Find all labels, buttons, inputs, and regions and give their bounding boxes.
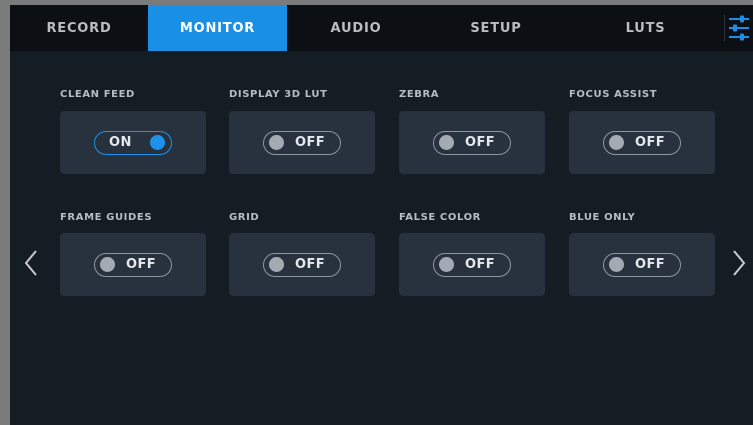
tab-setup[interactable]: SETUP [425, 5, 567, 51]
toggle-knob [439, 256, 454, 272]
tab-monitor-label: MONITOR [179, 20, 256, 36]
toggle-knob [439, 134, 454, 150]
frame-guides-state: OFF [126, 256, 157, 272]
toggle-knob [609, 256, 624, 272]
display-3d-lut-toggle[interactable]: OFF [263, 130, 341, 155]
focus-assist-toggle[interactable]: OFF [603, 130, 681, 155]
tab-monitor[interactable]: MONITOR [148, 5, 287, 51]
clean-feed-card: ON [60, 111, 206, 174]
chevron-right-icon[interactable] [732, 249, 746, 281]
zebra-label: ZEBRA [399, 89, 440, 100]
false-color-label: FALSE COLOR [399, 212, 481, 223]
clean-feed-state: ON [109, 134, 132, 150]
toggle-knob [269, 134, 284, 150]
blue-only-label: BLUE ONLY [569, 212, 636, 223]
clean-feed-toggle[interactable]: ON [94, 130, 172, 155]
tab-luts-label: LUTS [625, 20, 666, 36]
toggle-knob [100, 256, 115, 272]
zebra-card: OFF [399, 111, 545, 174]
grid-card: OFF [229, 233, 375, 296]
zebra-state: OFF [465, 134, 496, 150]
display-3d-lut-state: OFF [295, 134, 326, 150]
tab-luts[interactable]: LUTS [567, 5, 724, 51]
frame-guides-toggle[interactable]: OFF [94, 252, 172, 277]
tab-bar: RECORD MONITOR AUDIO SETUP LUTS [10, 5, 753, 51]
false-color-card: OFF [399, 233, 545, 296]
frame-guides-label: FRAME GUIDES [60, 212, 153, 223]
tab-record-label: RECORD [46, 20, 112, 36]
tab-setup-label: SETUP [470, 20, 522, 36]
tab-divider [724, 15, 725, 41]
tab-audio[interactable]: AUDIO [287, 5, 425, 51]
toggle-knob [609, 134, 624, 150]
display-3d-lut-card: OFF [229, 111, 375, 174]
tab-audio-label: AUDIO [330, 20, 382, 36]
focus-assist-card: OFF [569, 111, 715, 174]
frame-guides-card: OFF [60, 233, 206, 296]
false-color-state: OFF [465, 256, 496, 272]
grid-label: GRID [229, 212, 260, 223]
clean-feed-label: CLEAN FEED [60, 89, 135, 100]
monitor-screen: RECORD MONITOR AUDIO SETUP LUTS CLEAN FE… [10, 5, 753, 425]
sliders-icon[interactable] [726, 13, 752, 43]
blue-only-card: OFF [569, 233, 715, 296]
toggle-knob [269, 256, 284, 272]
focus-assist-label: FOCUS ASSIST [569, 89, 658, 100]
toggle-knob [150, 134, 165, 150]
grid-state: OFF [295, 256, 326, 272]
tab-record[interactable]: RECORD [10, 5, 148, 51]
zebra-toggle[interactable]: OFF [433, 130, 511, 155]
grid-toggle[interactable]: OFF [263, 252, 341, 277]
blue-only-toggle[interactable]: OFF [603, 252, 681, 277]
display-3d-lut-label: DISPLAY 3D LUT [229, 89, 328, 100]
chevron-left-icon[interactable] [24, 249, 38, 281]
focus-assist-state: OFF [635, 134, 666, 150]
blue-only-state: OFF [635, 256, 666, 272]
false-color-toggle[interactable]: OFF [433, 252, 511, 277]
